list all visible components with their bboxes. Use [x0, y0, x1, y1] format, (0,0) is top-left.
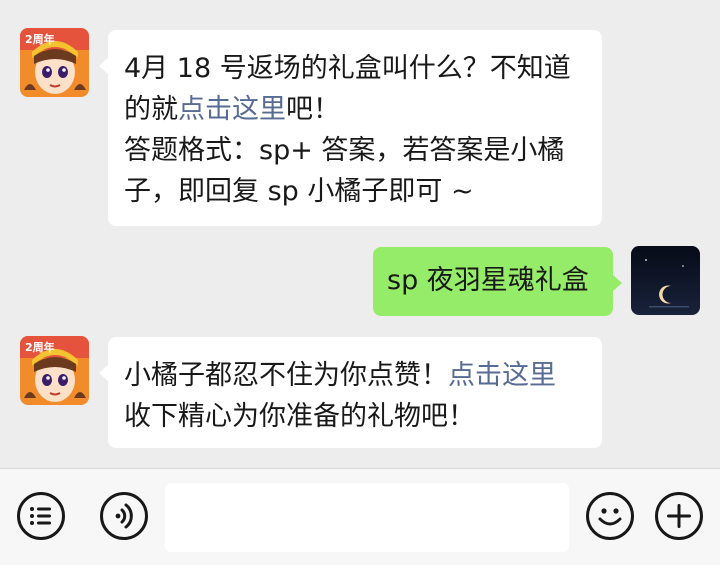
message-text: 小橘子都忍不住为你点赞！点击这里 [124, 355, 586, 396]
message-text: 子，即回复 sp 小橘子即可 ~ [124, 176, 474, 207]
message-text: sp 夜羽星魂礼盒 [387, 265, 589, 296]
svg-text:2周年: 2周年 [25, 340, 55, 354]
official-avatar[interactable]: 2周年 [20, 336, 89, 405]
voice-button[interactable] [100, 492, 148, 540]
menu-list-button[interactable] [17, 492, 65, 540]
message-text: 的就点击这里吧！ [124, 89, 586, 130]
moon-night-icon [631, 246, 700, 315]
input-bar [0, 468, 720, 565]
game-character-icon: 2周年 [20, 336, 89, 405]
message-bubble-outgoing: sp 夜羽星魂礼盒 [373, 247, 622, 316]
official-avatar[interactable]: 2周年 [20, 28, 89, 97]
game-character-icon: 2周年 [20, 28, 89, 97]
message-input[interactable] [165, 483, 569, 552]
my-avatar[interactable] [631, 246, 700, 315]
svg-text:2周年: 2周年 [25, 32, 55, 46]
message-text: 收下精心为你准备的礼物吧！ [124, 401, 475, 432]
message-bubble-incoming: 4月 18 号返场的礼盒叫什么？不知道 的就点击这里吧！ 答题格式：sp+ 答案… [99, 30, 602, 226]
add-button[interactable] [655, 492, 703, 540]
message-text: 答题格式：sp+ 答案，若答案是小橘 [124, 135, 565, 166]
click-here-link[interactable]: 点击这里 [448, 360, 556, 391]
message-text-part: 吧！ [286, 94, 340, 125]
message-text-part: 的就 [124, 94, 178, 125]
emoji-button[interactable] [586, 492, 634, 540]
add-icon [667, 504, 691, 528]
message-text: 4月 18 号返场的礼盒叫什么？不知道 [124, 53, 571, 84]
message-bubble-incoming: 小橘子都忍不住为你点赞！点击这里 收下精心为你准备的礼物吧！ [99, 337, 602, 448]
voice-icon [115, 503, 133, 529]
message-text-part: 小橘子都忍不住为你点赞！ [124, 360, 448, 391]
chat-area: 2周年 4月 18 号返场的礼盒叫什么？不知道 的就点击这里吧！ 答题格式：sp… [0, 0, 720, 468]
menu-list-icon [30, 507, 51, 525]
click-here-link[interactable]: 点击这里 [178, 94, 286, 125]
emoji-icon [598, 508, 622, 526]
